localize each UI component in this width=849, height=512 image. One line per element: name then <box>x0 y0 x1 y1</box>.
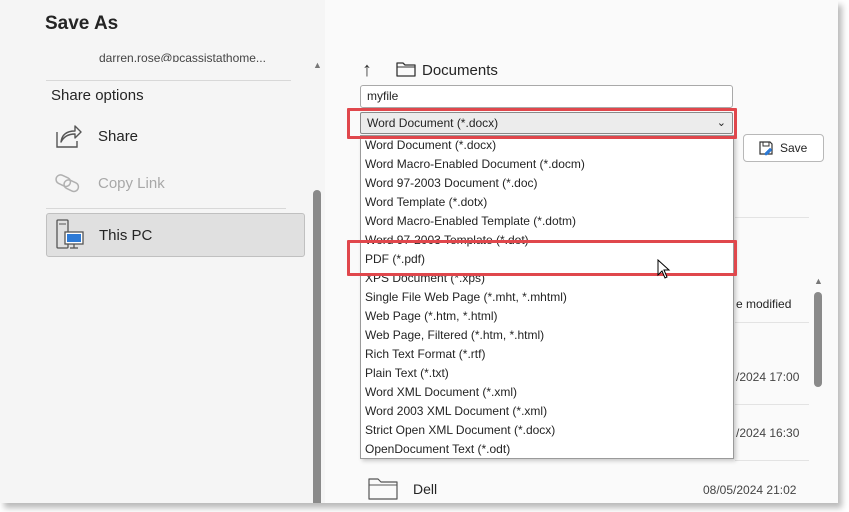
copy-link-icon <box>51 168 85 198</box>
share-label: Share <box>98 127 139 145</box>
file-type-option[interactable]: Strict Open XML Document (*.docx) <box>361 421 733 440</box>
file-type-option[interactable]: Web Page (*.htm, *.html) <box>361 307 733 326</box>
file-type-option[interactable]: Single File Web Page (*.mht, *.mhtml) <box>361 288 733 307</box>
save-icon <box>759 141 773 156</box>
left-scrollbar[interactable]: ▲ <box>311 58 323 503</box>
folder-icon <box>368 476 398 503</box>
divider <box>735 460 809 461</box>
mouse-cursor-icon <box>657 258 671 284</box>
account-email: darren.rose@pcassistathome... <box>99 51 266 62</box>
scrollbar-thumb[interactable] <box>814 292 822 387</box>
this-pc-icon <box>52 219 86 250</box>
scroll-up-arrow-icon[interactable]: ▲ <box>313 60 322 70</box>
scrollbar-thumb[interactable] <box>313 190 321 503</box>
this-pc-label: This PC <box>99 226 153 244</box>
divider <box>46 208 286 209</box>
up-arrow-icon[interactable]: ↑ <box>362 59 372 82</box>
scroll-up-arrow-icon[interactable]: ▲ <box>814 276 823 286</box>
file-type-option[interactable]: Word 97-2003 Document (*.doc) <box>361 174 733 193</box>
divider <box>735 217 809 218</box>
share-option[interactable]: Share <box>46 116 304 156</box>
this-pc-option[interactable]: This PC <box>46 213 305 257</box>
column-header-date-modified[interactable]: e modified <box>736 297 791 311</box>
file-type-dropdown-list: Word Document (*.docx) Word Macro-Enabled… <box>360 135 734 459</box>
file-type-option[interactable]: Word Macro-Enabled Template (*.dotm) <box>361 212 733 231</box>
file-type-option[interactable]: Word 2003 XML Document (*.xml) <box>361 402 733 421</box>
file-row-dell[interactable]: Dell 08/05/2024 21:02 <box>362 470 802 500</box>
file-name: Dell <box>413 481 438 497</box>
file-type-option[interactable]: Plain Text (*.txt) <box>361 364 733 383</box>
file-type-option[interactable]: Web Page, Filtered (*.htm, *.html) <box>361 326 733 345</box>
copy-link-option[interactable]: Copy Link <box>46 163 304 203</box>
file-type-option[interactable]: Word Macro-Enabled Document (*.docm) <box>361 155 733 174</box>
copy-link-label: Copy Link <box>98 174 165 192</box>
file-date: /2024 16:30 <box>736 426 800 440</box>
current-folder-breadcrumb[interactable]: Documents <box>422 62 498 79</box>
divider <box>46 80 291 81</box>
share-options-heading: Share options <box>51 87 144 104</box>
file-type-option[interactable]: Rich Text Format (*.rtf) <box>361 345 733 364</box>
save-label: Save <box>780 141 808 155</box>
dialog-title: Save As <box>45 13 119 34</box>
file-date: 08/05/2024 21:02 <box>703 483 797 497</box>
save-button[interactable]: Save <box>743 134 824 162</box>
save-as-window: Save As darren.rose@pcassistathome... Sh… <box>0 0 838 503</box>
file-type-option[interactable]: OpenDocument Text (*.odt) <box>361 440 733 459</box>
right-scrollbar[interactable]: ▲ <box>812 276 824 502</box>
file-type-option[interactable]: Word Template (*.dotx) <box>361 193 733 212</box>
file-type-option[interactable]: Word XML Document (*.xml) <box>361 383 733 402</box>
divider <box>735 404 809 405</box>
file-name-input[interactable]: myfile <box>360 85 733 108</box>
divider <box>735 322 809 323</box>
folder-icon <box>396 61 416 82</box>
file-date: /2024 17:00 <box>736 370 800 384</box>
share-icon <box>51 121 85 151</box>
highlight-box-pdf-option <box>347 240 737 276</box>
highlight-box-file-type <box>347 108 737 139</box>
